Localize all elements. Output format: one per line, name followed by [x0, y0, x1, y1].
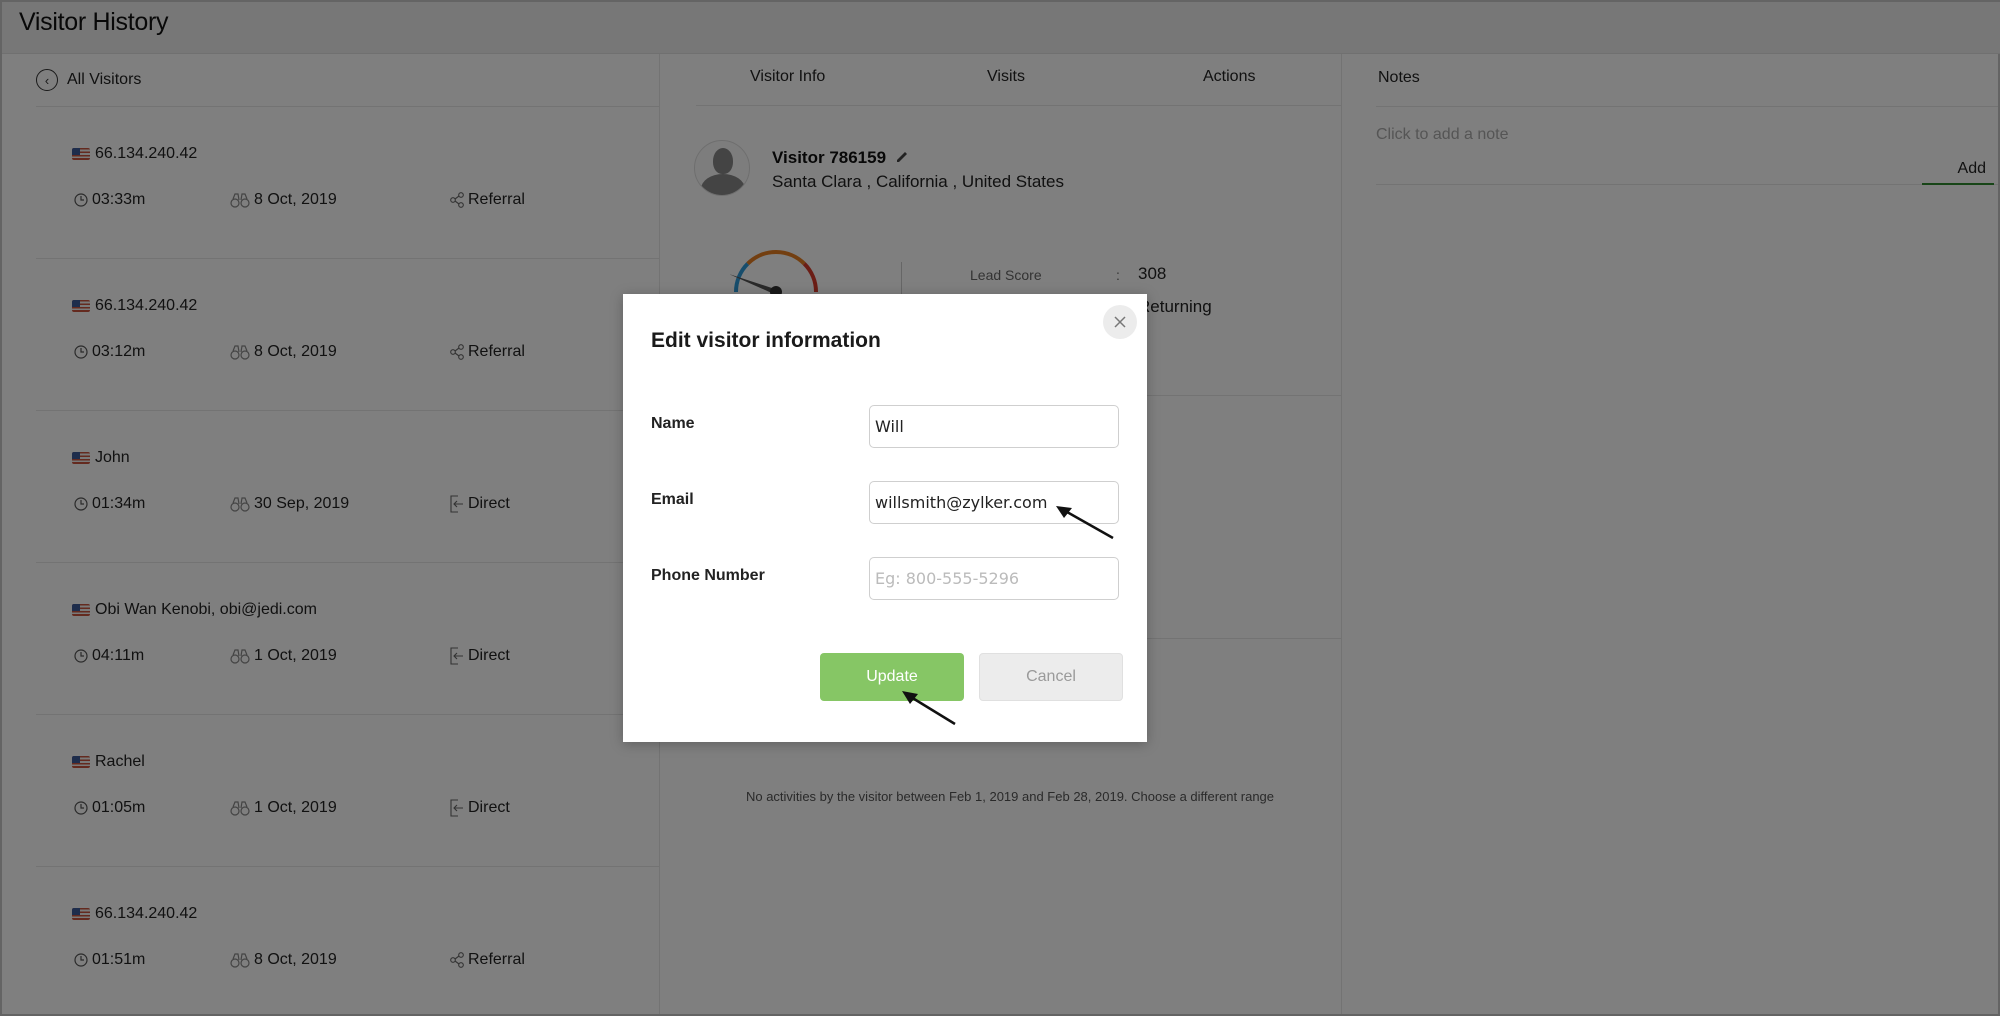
name-field[interactable] — [869, 405, 1119, 448]
close-button[interactable] — [1103, 305, 1137, 339]
cancel-button[interactable]: Cancel — [979, 653, 1123, 701]
update-button[interactable]: Update — [820, 653, 964, 701]
email-field[interactable] — [869, 481, 1119, 524]
phone-label: Phone Number — [651, 567, 765, 584]
close-icon — [1114, 316, 1126, 328]
phone-field[interactable] — [869, 557, 1119, 600]
name-label: Name — [651, 415, 695, 432]
dialog-title: Edit visitor information — [651, 329, 881, 352]
edit-visitor-dialog: Edit visitor information Name Email Phon… — [623, 294, 1147, 742]
email-label: Email — [651, 491, 694, 508]
